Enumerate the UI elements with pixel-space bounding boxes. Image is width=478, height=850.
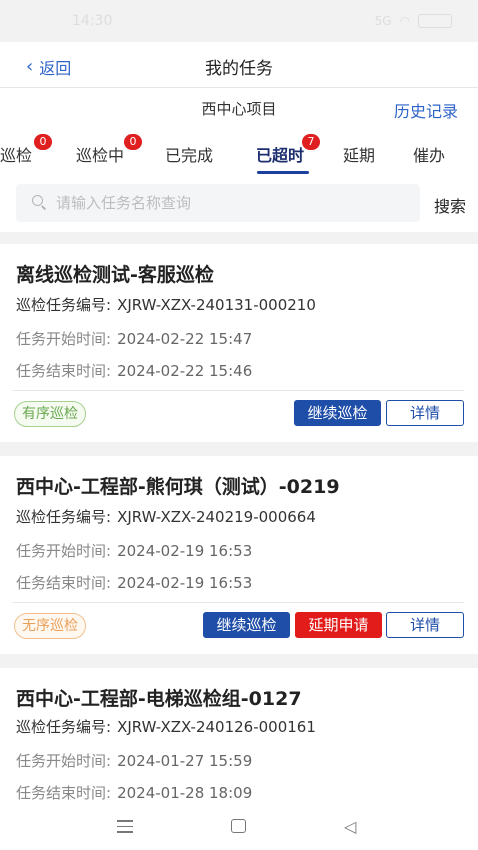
task-number-value: XJRW-XZX-240131-000210 [117,296,316,314]
task-number-value: XJRW-XZX-240126-000161 [117,718,316,736]
tab-pending[interactable]: 待巡检 0 [0,134,52,166]
home-icon[interactable] [231,819,246,833]
project-bar: 西中心项目 历史记录 [0,88,478,128]
status-bar: 14:30 5G ◠ [0,0,478,42]
tab-badge: 0 [34,134,52,150]
task-end-label: 任务结束时间: [16,574,112,592]
signal-icon: 5G [374,14,392,28]
task-number-value: XJRW-XZX-240219-000664 [117,508,316,526]
task-start-row: 任务开始时间: 2024-01-27 15:59 [16,750,252,771]
task-end-value: 2024-02-19 16:53 [117,574,253,592]
battery-icon [418,14,452,28]
task-end-row: 任务结束时间: 2024-01-28 18:09 [16,782,252,803]
task-start-label: 任务开始时间: [16,542,112,560]
task-end-value: 2024-02-22 15:46 [117,362,253,380]
status-icons: 5G ◠ [375,14,452,28]
task-title: 西中心-工程部-电梯巡检组-0127 [16,688,302,710]
task-end-row: 任务结束时间: 2024-02-22 15:46 [16,360,252,381]
search-button[interactable]: 搜索 [434,193,466,217]
tab-label: 延期 [343,146,376,165]
inspection-type-badge: 无序巡检 [14,613,86,639]
search-icon [32,195,48,211]
status-time: 14:30 [72,13,113,29]
status-tabs: 待巡检 0 巡检中 0 已完成 已超时 7 延期 催办 [0,128,478,176]
task-end-label: 任务结束时间: [16,784,112,802]
tab-label: 已超时 [256,146,305,165]
task-number-row: 巡检任务编号: XJRW-XZX-240131-000210 [16,294,316,315]
task-start-row: 任务开始时间: 2024-02-19 16:53 [16,540,252,561]
tab-badge: 7 [302,134,320,150]
task-start-row: 任务开始时间: 2024-02-22 15:47 [16,328,252,349]
active-tab-indicator [257,171,309,174]
task-start-value: 2024-02-19 16:53 [117,542,253,560]
task-number-label: 巡检任务编号: [16,508,112,526]
task-number-row: 巡检任务编号: XJRW-XZX-240126-000161 [16,716,316,737]
tab-label: 巡检中 [76,146,125,165]
history-link[interactable]: 历史记录 [394,98,458,122]
task-end-row: 任务结束时间: 2024-02-19 16:53 [16,572,252,593]
task-start-label: 任务开始时间: [16,330,112,348]
task-start-value: 2024-01-27 15:59 [117,752,253,770]
search-row: 搜索 [0,176,478,232]
task-number-label: 巡检任务编号: [16,296,112,314]
wifi-icon: ◠ [399,14,410,28]
continue-inspection-button[interactable]: 继续巡检 [203,612,290,638]
detail-button[interactable]: 详情 [386,400,464,426]
task-end-value: 2024-01-28 18:09 [117,784,253,802]
back-triangle-icon[interactable]: ◁ [344,817,356,836]
tab-delayed[interactable]: 延期 [343,142,375,166]
task-card[interactable]: 离线巡检测试-客服巡检 巡检任务编号: XJRW-XZX-240131-00021… [0,244,478,442]
task-title: 西中心-工程部-熊何琪（测试）-0219 [16,476,340,498]
card-divider [12,390,464,391]
search-input[interactable] [56,194,376,212]
task-number-row: 巡检任务编号: XJRW-XZX-240219-000664 [16,506,316,527]
nav-bar: ‹ 返回 我的任务 [0,42,478,88]
tab-in-progress[interactable]: 巡检中 0 [76,134,142,166]
tab-label: 已完成 [165,146,214,165]
task-number-label: 巡检任务编号: [16,718,112,736]
task-start-value: 2024-02-22 15:47 [117,330,253,348]
tab-badge: 0 [124,134,142,150]
system-nav-bar: ◁ [0,806,478,850]
search-box [16,184,420,222]
task-end-label: 任务结束时间: [16,362,112,380]
detail-button[interactable]: 详情 [386,612,464,638]
tab-completed[interactable]: 已完成 [165,142,213,166]
task-card[interactable]: 西中心-工程部-电梯巡检组-0127 巡检任务编号: XJRW-XZX-24012… [0,668,478,806]
page-title: 我的任务 [205,59,273,79]
delay-request-button[interactable]: 延期申请 [295,612,382,638]
task-title: 离线巡检测试-客服巡检 [16,264,214,286]
tab-label: 催办 [413,146,446,165]
menu-icon[interactable] [117,820,133,834]
inspection-type-badge: 有序巡检 [14,401,86,427]
tab-overdue[interactable]: 已超时 7 [256,134,320,166]
tab-urge[interactable]: 催办 [413,142,445,166]
card-divider [12,602,464,603]
task-start-label: 任务开始时间: [16,752,112,770]
task-card[interactable]: 西中心-工程部-熊何琪（测试）-0219 巡检任务编号: XJRW-XZX-240… [0,456,478,654]
tab-label: 待巡检 [0,146,33,165]
continue-inspection-button[interactable]: 继续巡检 [294,400,381,426]
